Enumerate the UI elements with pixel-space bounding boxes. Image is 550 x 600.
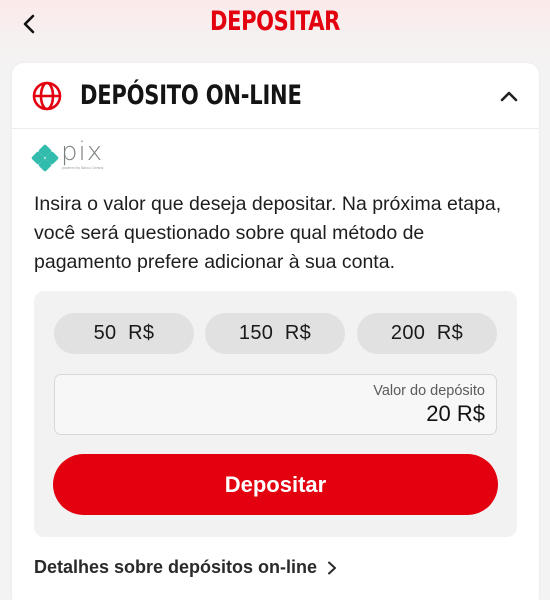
quick-amount-200[interactable]: 200 R$ [357, 313, 497, 354]
back-button[interactable] [14, 9, 44, 39]
pix-wordmark: pix [61, 137, 104, 167]
quick-amount-150[interactable]: 150 R$ [205, 313, 345, 354]
deposit-card: DEPÓSITO ON-LINE pix powered by Banco Ce… [12, 63, 539, 600]
amount-field-label: Valor do depósito [373, 383, 485, 399]
deposit-page: DEPOSITAR DEPÓSITO ON-LINE pix powered b… [0, 0, 550, 600]
quick-amount-50[interactable]: 50 R$ [54, 313, 194, 354]
details-link-label: Detalhes sobre depósitos on-line [34, 557, 318, 577]
amount-panel: 50 R$ 150 R$ 200 R$ Valor do depósito 20… [34, 291, 517, 537]
chevron-up-icon[interactable] [497, 85, 521, 109]
section-title: DEPÓSITO ON-LINE [80, 80, 302, 111]
online-deposit-header[interactable]: DEPÓSITO ON-LINE [12, 63, 539, 129]
pix-subtext: powered by Banco Central [62, 166, 104, 170]
globe-icon [32, 81, 62, 111]
chevron-left-icon [23, 14, 35, 34]
deposit-description: Insira o valor que deseja depositar. Na … [34, 193, 502, 273]
quick-amount-label: 200 R$ [390, 322, 464, 344]
deposit-details-link[interactable]: Detalhes sobre depósitos on-line [34, 557, 337, 578]
deposit-button[interactable]: Depositar [53, 454, 498, 515]
chevron-right-icon [328, 561, 337, 574]
pix-icon [31, 144, 59, 172]
deposit-amount-input[interactable]: Valor do depósito 20 R$ [54, 374, 497, 435]
quick-amount-label: 150 R$ [238, 322, 312, 344]
pix-logo: pix powered by Banco Central [31, 137, 106, 172]
page-title: DEPOSITAR [210, 6, 340, 37]
quick-amount-label: 50 R$ [93, 322, 155, 344]
header: DEPOSITAR [0, 0, 550, 48]
amount-field-value: 20 R$ [426, 401, 485, 426]
